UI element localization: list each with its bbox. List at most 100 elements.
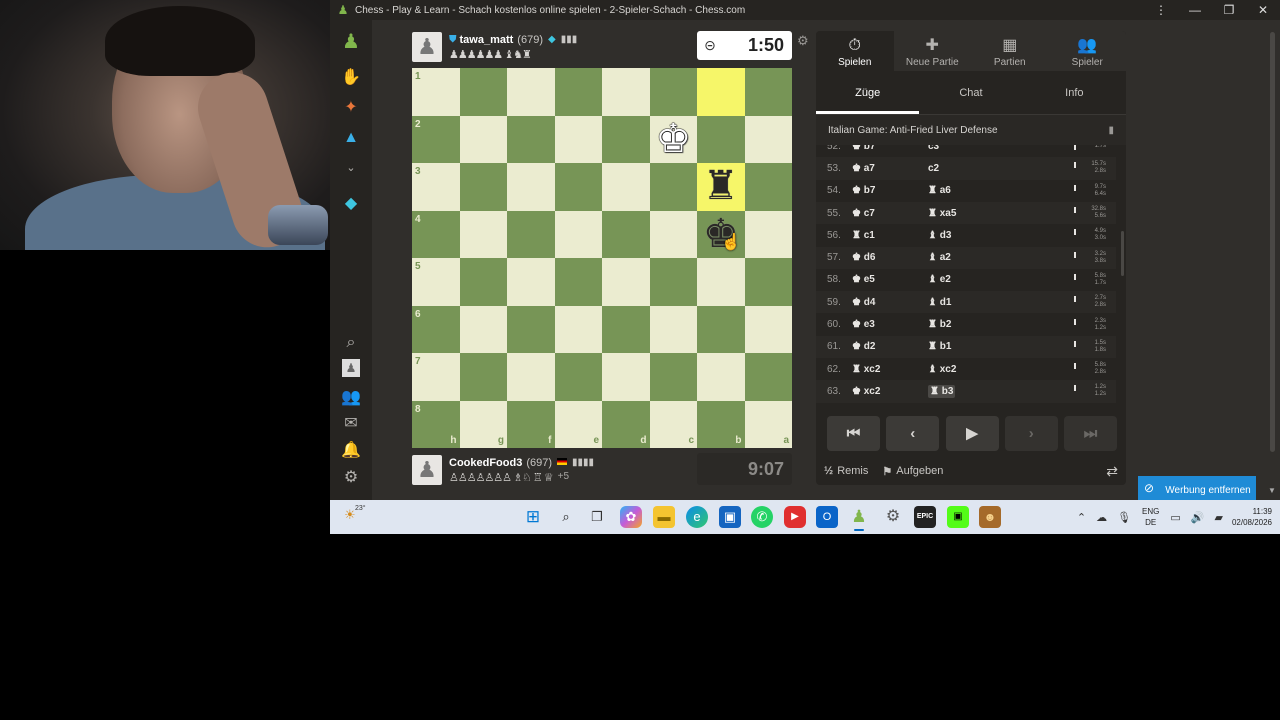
board-square[interactable] <box>649 258 697 306</box>
volume-icon[interactable]: 🔊 <box>1191 511 1205 524</box>
page-scrollbar[interactable] <box>1270 32 1275 452</box>
white-move[interactable]: ♜ c1 <box>852 230 928 241</box>
board-square[interactable]: ♜ <box>697 163 745 211</box>
first-move-button[interactable]: ⏮ <box>827 416 880 451</box>
board-square[interactable] <box>649 163 697 211</box>
last-move-button[interactable]: ⏭ <box>1064 416 1117 451</box>
move-list[interactable]: 52. ♚ b7 c3 1.7s 53. ♚ a7 c2 15.7s 2.8s 54. ♚ b7 ♜ … <box>816 145 1126 403</box>
opening-name[interactable]: Italian Game: Anti-Fried Liver Defense <box>828 125 998 136</box>
board-square[interactable] <box>649 68 697 116</box>
board-square[interactable] <box>602 353 650 401</box>
black-move[interactable]: c3 <box>928 145 1038 152</box>
book-icon[interactable]: ▮ <box>1108 125 1114 136</box>
board-square[interactable] <box>554 305 602 353</box>
board-square[interactable] <box>649 353 697 401</box>
close-button[interactable]: ✕ <box>1246 0 1280 20</box>
tab-neue-partie[interactable]: ✚ Neue Partie <box>893 31 971 71</box>
board-square[interactable] <box>744 210 792 258</box>
play-hand-icon[interactable]: ✋ <box>339 66 363 90</box>
white-move[interactable]: ♚ d4 <box>852 297 928 308</box>
messages-icon[interactable]: ✉ <box>339 412 363 436</box>
board-square[interactable]: ♚ <box>649 115 698 164</box>
board-square[interactable] <box>554 163 602 211</box>
black-piece[interactable]: ♜ <box>697 163 745 211</box>
board-square[interactable] <box>602 115 650 163</box>
white-move[interactable]: ♚ d6 <box>852 252 928 263</box>
youtube-icon[interactable]: ▶ <box>784 506 806 528</box>
board-square[interactable]: d <box>602 400 650 448</box>
subtab-info[interactable]: Info <box>1023 71 1126 114</box>
board-square[interactable] <box>507 210 555 258</box>
board-square[interactable] <box>554 210 602 258</box>
epic-games-icon[interactable]: EPIC <box>914 506 936 528</box>
subtab-zuege[interactable]: Züge <box>816 71 920 114</box>
copilot-icon[interactable]: ✿ <box>620 506 642 528</box>
game-app-icon[interactable]: ☻ <box>979 506 1001 528</box>
board-square[interactable] <box>602 68 650 116</box>
previous-move-button[interactable]: ‹ <box>886 416 940 451</box>
top-player-avatar[interactable]: ♟ <box>412 32 442 62</box>
black-move[interactable]: ♜ xa5 <box>928 208 1038 219</box>
white-move[interactable]: ♚ e5 <box>852 274 928 285</box>
white-move[interactable]: ♚ xc2 <box>852 386 928 397</box>
board-square[interactable] <box>744 353 792 401</box>
board-square[interactable] <box>507 115 555 163</box>
board-square[interactable]: 4 <box>412 210 460 258</box>
board-square[interactable] <box>744 115 792 163</box>
board-square[interactable]: g <box>459 400 507 448</box>
weather-icon[interactable]: ☀ <box>344 507 356 523</box>
black-move[interactable]: c2 <box>928 163 1038 174</box>
board-square[interactable]: c <box>649 400 697 448</box>
bottom-player-avatar[interactable]: ♟ <box>412 455 442 485</box>
window-menu-button[interactable]: ⋮ <box>1144 0 1178 20</box>
board-square[interactable] <box>744 305 792 353</box>
file-explorer-icon[interactable]: ▬ <box>653 506 675 528</box>
chevron-up-icon[interactable]: ⌃ <box>1077 511 1086 524</box>
board-square[interactable]: b <box>697 400 745 448</box>
board-square[interactable] <box>697 258 745 306</box>
tab-partien[interactable]: ▦ Partien <box>971 31 1049 71</box>
maximize-button[interactable]: ❐ <box>1212 0 1246 20</box>
board-square[interactable] <box>459 305 507 353</box>
black-move[interactable]: ♝ d1 <box>928 297 1038 308</box>
board-square[interactable] <box>697 305 745 353</box>
chevron-down-icon[interactable]: ⌄ <box>339 156 363 180</box>
windows-start-icon[interactable]: ⊞ <box>522 506 544 528</box>
white-move[interactable]: ♚ b7 <box>852 145 928 152</box>
clock-date[interactable]: 11:39 02/08/2026 <box>1232 506 1272 528</box>
board-square[interactable]: 7 <box>412 353 460 401</box>
profile-avatar-icon[interactable]: ♟ <box>342 359 360 377</box>
flip-board-icon[interactable]: ⇄ <box>1106 463 1118 480</box>
board-square[interactable]: 3 <box>412 163 460 211</box>
board-square[interactable]: 6 <box>412 305 460 353</box>
subtab-chat[interactable]: Chat <box>919 71 1022 114</box>
chess-app-icon[interactable]: ♟ <box>848 506 870 531</box>
cloud-icon[interactable]: ☁ <box>1096 511 1107 524</box>
chess-board[interactable]: 1 2 ♚ 3 ♜ 4 ♚ 5 6 7 8 h g f e d c b a <box>412 68 792 448</box>
move-list-scrollbar[interactable] <box>1121 231 1124 276</box>
board-square[interactable]: 8h <box>412 400 460 448</box>
outlook-icon[interactable]: O <box>816 506 838 528</box>
board-square[interactable] <box>507 258 555 306</box>
tab-spielen[interactable]: ⏱ Spielen <box>816 31 894 71</box>
draw-button[interactable]: ½ Remis <box>824 465 868 477</box>
board-square[interactable] <box>507 68 555 116</box>
board-square[interactable] <box>459 258 507 306</box>
black-move[interactable]: ♝ e2 <box>928 274 1038 285</box>
white-move[interactable]: ♚ c7 <box>852 208 928 219</box>
board-square[interactable]: 5 <box>412 258 460 306</box>
board-square[interactable] <box>554 68 602 116</box>
black-move[interactable]: ♜ b2 <box>928 319 1038 330</box>
battery-icon[interactable]: ▰ <box>1214 511 1222 524</box>
board-square[interactable] <box>554 353 602 401</box>
white-move[interactable]: ♜ xc2 <box>852 364 928 375</box>
chess-logo-icon[interactable]: ♟ <box>339 30 363 54</box>
black-move[interactable]: ♜ b1 <box>928 341 1038 352</box>
board-square[interactable] <box>649 210 697 258</box>
board-square[interactable] <box>554 258 602 306</box>
board-square[interactable]: 1 <box>412 68 460 116</box>
store-icon[interactable]: ▣ <box>719 506 741 528</box>
resign-button[interactable]: ⚑ Aufgeben <box>882 465 943 478</box>
white-piece[interactable]: ♚ <box>650 116 698 164</box>
board-square[interactable] <box>602 163 650 211</box>
